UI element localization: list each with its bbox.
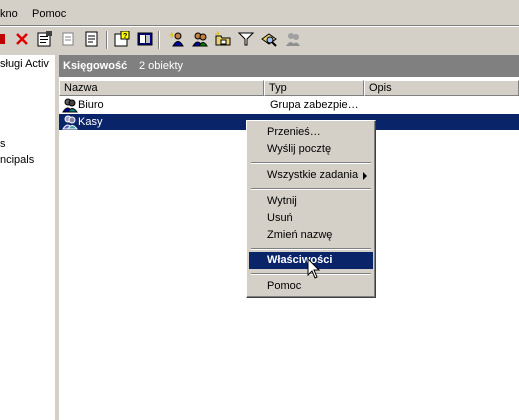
find-icon[interactable] (261, 31, 277, 47)
menu-item-send-mail[interactable]: Wyślij pocztę (249, 141, 373, 158)
container-title: Księgowość (63, 60, 128, 72)
object-count: 2 obiekty (139, 60, 184, 72)
toolbar: ? (0, 28, 519, 52)
toolbar-separator (158, 31, 160, 49)
row-name: Biuro (78, 99, 104, 111)
menu-separator (251, 248, 371, 250)
menu-separator (251, 188, 371, 190)
delete-icon[interactable] (14, 31, 30, 47)
console-tree: sługi Activ s ncipals (0, 55, 55, 420)
menu-item-help[interactable]: Pomoc (249, 278, 373, 295)
submenu-arrow-icon (363, 172, 367, 180)
tree-item[interactable]: s (0, 138, 6, 150)
menu-item-move[interactable]: Przenieś… (249, 124, 373, 141)
copy-icon[interactable] (61, 31, 77, 47)
menu-item-delete[interactable]: Usuń (249, 210, 373, 227)
toolbar-separator (106, 31, 108, 49)
properties-icon[interactable] (37, 31, 53, 47)
menu-item-window[interactable]: kno (0, 8, 18, 20)
security-group-icon (62, 97, 78, 113)
export-list-icon[interactable] (84, 31, 100, 47)
help-icon[interactable]: ? (114, 30, 130, 47)
tree-item-foreign-security-principals[interactable]: ncipals (0, 154, 34, 166)
filter-icon[interactable] (237, 31, 255, 47)
details-header: Księgowość 2 obiekty (59, 55, 519, 77)
tree-item-ad-users[interactable]: sługi Activ (0, 58, 49, 70)
menu-item-help[interactable]: Pomoc (32, 8, 66, 20)
svg-text:?: ? (123, 33, 127, 40)
new-group-icon[interactable] (192, 31, 208, 47)
menu-bar: kno Pomoc (0, 0, 519, 24)
row-type: Grupa zabezpie… (270, 99, 359, 111)
menu-item-cut[interactable]: Wytnij (249, 193, 373, 210)
column-header-description[interactable]: Opis (364, 80, 519, 96)
row-name: Kasy (78, 116, 103, 128)
menu-item-all-tasks[interactable]: Wszystkie zadania (249, 167, 373, 184)
console-icon[interactable] (137, 31, 153, 47)
security-group-icon (62, 114, 78, 130)
menubar-divider (0, 25, 519, 27)
menu-separator (251, 162, 371, 164)
mouse-cursor-icon (307, 257, 321, 280)
column-header-name[interactable]: Nazwa (59, 80, 264, 96)
table-row[interactable]: Biuro Grupa zabezpie… (59, 97, 519, 113)
menu-item-rename[interactable]: Zmień nazwę (249, 227, 373, 244)
add-to-group-icon[interactable] (285, 31, 301, 47)
new-user-icon[interactable] (169, 31, 185, 47)
column-header-type[interactable]: Typ (264, 80, 364, 96)
new-ou-icon[interactable] (215, 30, 231, 47)
